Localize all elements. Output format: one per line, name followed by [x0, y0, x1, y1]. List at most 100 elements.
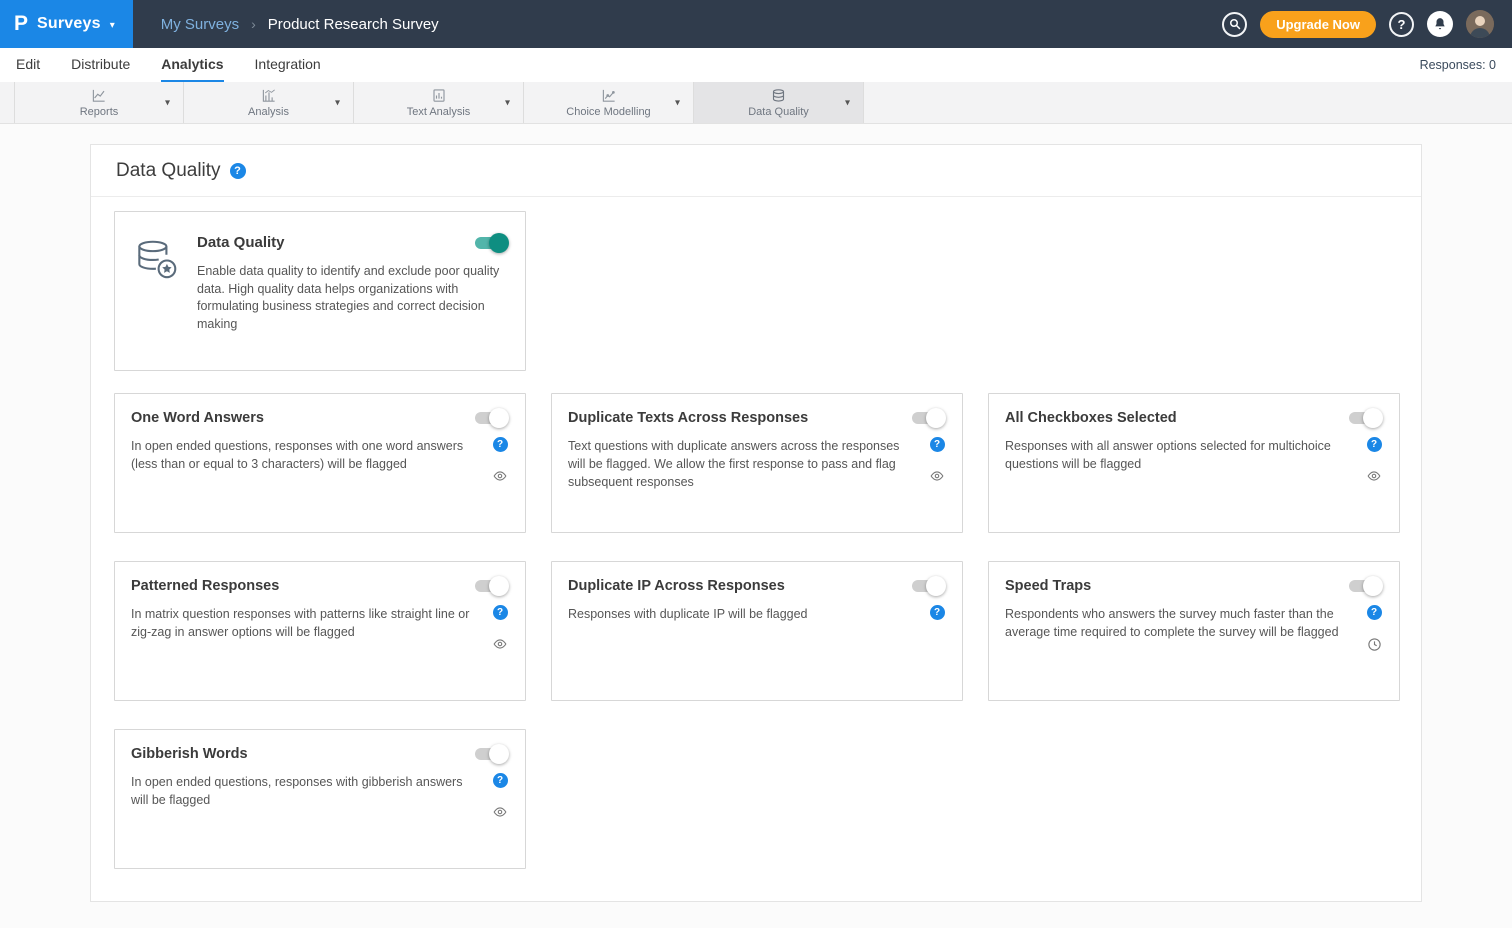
card-description: Responses with duplicate IP will be flag…	[568, 605, 920, 623]
eye-preview-icon[interactable]	[1366, 469, 1382, 483]
breadcrumb-survey-title: Product Research Survey	[268, 16, 439, 33]
toggle-knob	[489, 408, 509, 428]
upgrade-now-button[interactable]: Upgrade Now	[1260, 11, 1376, 38]
eye-preview-icon[interactable]	[492, 469, 508, 483]
toggle-knob	[489, 233, 509, 253]
clock-icon[interactable]	[1367, 637, 1382, 652]
card-description: Enable data quality to identify and excl…	[197, 263, 509, 333]
tab-distribute[interactable]: Distribute	[71, 48, 130, 82]
duplicate-ip-toggle[interactable]	[912, 580, 943, 592]
card-speed-traps: Speed Traps Respondents who answers the …	[988, 561, 1400, 701]
search-icon[interactable]	[1222, 12, 1247, 37]
help-icon[interactable]: ?	[930, 437, 945, 452]
product-name: Surveys	[37, 15, 101, 33]
database-icon	[771, 88, 786, 104]
toolbar-label: Text Analysis	[407, 106, 471, 118]
eye-preview-icon[interactable]	[492, 637, 508, 651]
all-checkboxes-toggle[interactable]	[1349, 412, 1380, 424]
questionpro-logo: P	[14, 12, 28, 36]
notifications-bell-icon[interactable]	[1427, 11, 1453, 37]
data-quality-toggle[interactable]	[475, 237, 506, 249]
toolbar-item-reports[interactable]: Reports ▾	[14, 82, 184, 123]
card-duplicate-ip: Duplicate IP Across Responses Responses …	[551, 561, 963, 701]
help-icon[interactable]: ?	[930, 605, 945, 620]
avatar[interactable]	[1466, 10, 1494, 38]
eye-preview-icon[interactable]	[492, 805, 508, 819]
toggle-knob	[1363, 576, 1383, 596]
card-all-checkboxes-selected: All Checkboxes Selected Responses with a…	[988, 393, 1400, 533]
text-analysis-icon	[431, 88, 447, 104]
survey-nav-tabs: Edit Distribute Analytics Integration Re…	[0, 48, 1512, 82]
page-title: Data Quality	[116, 160, 221, 182]
card-description: In open ended questions, responses with …	[131, 437, 483, 483]
toolbar-label: Choice Modelling	[566, 106, 650, 118]
database-quality-icon	[131, 236, 181, 370]
tab-analytics[interactable]: Analytics	[161, 48, 223, 82]
gibberish-words-toggle[interactable]	[475, 748, 506, 760]
card-data-quality-master: Data Quality Enable data quality to iden…	[114, 211, 526, 371]
toolbar-label: Reports	[80, 106, 119, 118]
toolbar-label: Data Quality	[748, 106, 809, 118]
analytics-toolbar: Reports ▾ Analysis ▾ Text Analysis ▾ Cho…	[0, 82, 1512, 124]
chevron-down-icon[interactable]: ▾	[505, 97, 510, 108]
topbar-actions: Upgrade Now ?	[1222, 10, 1512, 38]
toolbar-item-analysis[interactable]: Analysis ▾	[184, 82, 354, 123]
card-patterned-responses: Patterned Responses In matrix question r…	[114, 561, 526, 701]
card-description: Responses with all answer options select…	[1005, 437, 1357, 483]
chevron-down-icon[interactable]: ▾	[675, 97, 680, 108]
chevron-down-icon[interactable]: ▾	[335, 97, 340, 108]
card-title: All Checkboxes Selected	[1005, 410, 1177, 426]
toggle-knob	[489, 576, 509, 596]
reports-chart-icon	[91, 88, 107, 104]
help-icon[interactable]: ?	[493, 773, 508, 788]
data-quality-panel: Data Quality ? Dat	[90, 144, 1422, 902]
toolbar-item-choice-modelling[interactable]: Choice Modelling ▾	[524, 82, 694, 123]
tab-edit[interactable]: Edit	[16, 48, 40, 82]
card-title: Duplicate IP Across Responses	[568, 578, 785, 594]
surveys-product-menu[interactable]: P Surveys ▾	[0, 0, 133, 48]
card-title: Patterned Responses	[131, 578, 279, 594]
panel-header: Data Quality ?	[91, 145, 1421, 197]
top-bar: P Surveys ▾ My Surveys › Product Researc…	[0, 0, 1512, 48]
toolbar-item-text-analysis[interactable]: Text Analysis ▾	[354, 82, 524, 123]
card-duplicate-texts: Duplicate Texts Across Responses Text qu…	[551, 393, 963, 533]
help-icon[interactable]: ?	[1367, 437, 1382, 452]
analysis-chart-icon	[261, 88, 277, 104]
chevron-down-icon: ▾	[110, 20, 115, 31]
toolbar-label: Analysis	[248, 106, 289, 118]
help-icon[interactable]: ?	[1367, 605, 1382, 620]
speed-traps-toggle[interactable]	[1349, 580, 1380, 592]
card-description: In matrix question responses with patter…	[131, 605, 483, 651]
breadcrumb-separator-icon: ›	[251, 16, 256, 32]
card-description: Respondents who answers the survey much …	[1005, 605, 1357, 652]
help-icon[interactable]: ?	[230, 163, 246, 179]
toolbar-item-data-quality[interactable]: Data Quality ▾	[694, 82, 864, 123]
card-description: In open ended questions, responses with …	[131, 773, 483, 819]
help-icon[interactable]: ?	[493, 605, 508, 620]
breadcrumb-my-surveys[interactable]: My Surveys	[161, 16, 239, 33]
card-gibberish-words: Gibberish Words In open ended questions,…	[114, 729, 526, 869]
card-title: Data Quality	[197, 234, 285, 251]
chevron-down-icon[interactable]: ▾	[845, 97, 850, 108]
toggle-knob	[926, 576, 946, 596]
one-word-answers-toggle[interactable]	[475, 412, 506, 424]
toggle-knob	[1363, 408, 1383, 428]
responses-count: Responses: 0	[1420, 58, 1496, 72]
breadcrumb: My Surveys › Product Research Survey	[161, 16, 439, 33]
choice-modelling-icon	[601, 88, 617, 104]
card-title: Duplicate Texts Across Responses	[568, 410, 808, 426]
patterned-responses-toggle[interactable]	[475, 580, 506, 592]
rules-grid: One Word Answers In open ended questions…	[114, 393, 1398, 869]
content-area: Data Quality ? Dat	[0, 124, 1512, 928]
help-icon[interactable]: ?	[1389, 12, 1414, 37]
card-title: One Word Answers	[131, 410, 264, 426]
tab-integration[interactable]: Integration	[255, 48, 321, 82]
toggle-knob	[489, 744, 509, 764]
card-title: Speed Traps	[1005, 578, 1091, 594]
chevron-down-icon[interactable]: ▾	[165, 97, 170, 108]
toggle-knob	[926, 408, 946, 428]
eye-preview-icon[interactable]	[929, 469, 945, 483]
panel-body: Data Quality Enable data quality to iden…	[91, 197, 1421, 869]
duplicate-texts-toggle[interactable]	[912, 412, 943, 424]
help-icon[interactable]: ?	[493, 437, 508, 452]
